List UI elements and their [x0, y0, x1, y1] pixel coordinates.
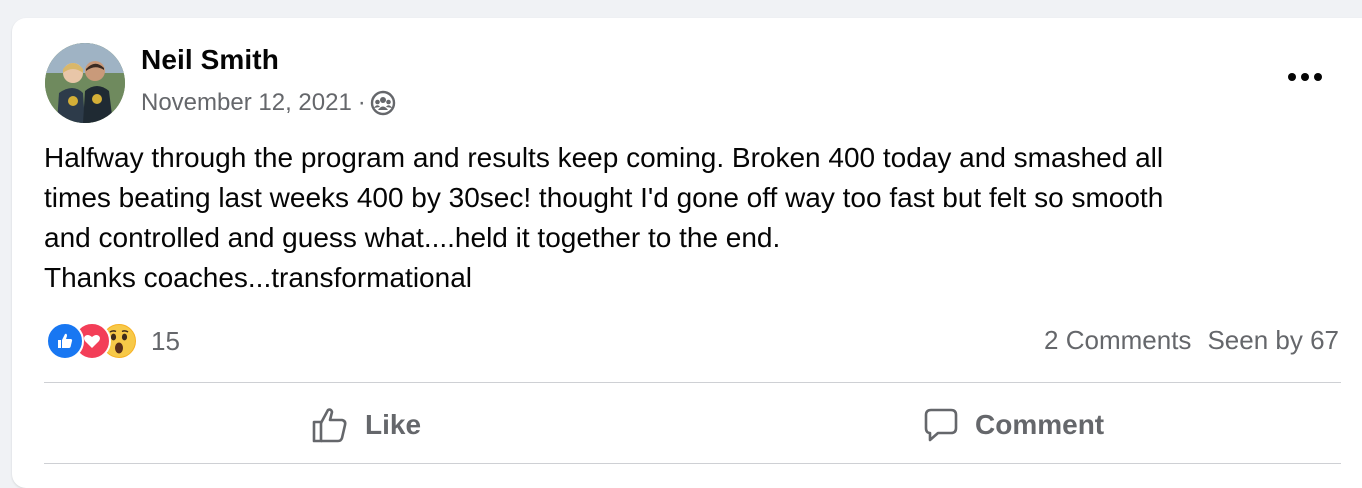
post-meta: November 12, 2021 · — [141, 89, 396, 117]
like-reaction-icon — [46, 322, 84, 360]
post-text-line: times beating last weeks 400 by 30sec! t… — [44, 182, 1164, 213]
thumbs-up-icon — [312, 408, 347, 443]
actions-bottom-divider — [44, 463, 1341, 464]
comment-button[interactable]: Comment — [923, 403, 1104, 447]
comments-count-link[interactable]: 2 Comments — [1044, 325, 1191, 356]
post-date[interactable]: November 12, 2021 — [141, 89, 352, 117]
post-text: Halfway through the program and results … — [44, 138, 1344, 298]
post-card: Neil Smith November 12, 2021 · Halfway t… — [12, 18, 1362, 488]
comment-button-label: Comment — [975, 409, 1105, 440]
seen-by-link[interactable]: Seen by 67 — [1207, 325, 1339, 356]
comment-icon — [924, 408, 958, 442]
actions-top-divider — [44, 382, 1341, 383]
post-stats: 2 Comments Seen by 67 — [1044, 325, 1339, 356]
author-avatar[interactable] — [45, 43, 125, 123]
reaction-count[interactable]: 15 — [151, 326, 180, 357]
author-name[interactable]: Neil Smith — [141, 44, 279, 76]
post-text-line: Thanks coaches...transformational — [44, 262, 472, 293]
more-options-icon — [1288, 73, 1322, 81]
like-button[interactable]: Like — [311, 403, 421, 447]
post-text-line: and controlled and guess what....held it… — [44, 222, 781, 253]
avatar-photo — [45, 43, 125, 123]
more-options-button[interactable] — [1282, 65, 1328, 89]
like-button-label: Like — [365, 409, 422, 440]
meta-separator: · — [357, 89, 366, 116]
group-audience-icon[interactable] — [370, 90, 396, 116]
post-text-line: Halfway through the program and results … — [44, 142, 1164, 173]
reactions-summary[interactable]: 15 — [46, 321, 180, 361]
